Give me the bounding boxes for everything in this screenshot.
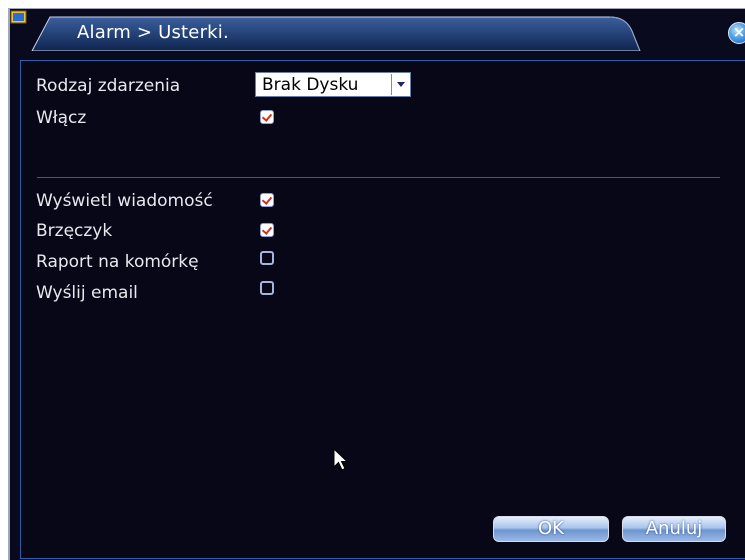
buzzer-checkbox[interactable] (260, 223, 274, 237)
enable-label: Włącz (36, 108, 87, 128)
close-button[interactable]: × (728, 22, 745, 44)
close-icon: × (732, 23, 745, 41)
send-email-label: Wyślij email (36, 283, 138, 303)
enable-checkbox[interactable] (260, 110, 274, 124)
show-message-label: Wyświetl wiadomość (36, 191, 213, 211)
mobile-report-label: Raport na komórkę (36, 252, 199, 272)
ok-button[interactable]: OK (493, 516, 609, 542)
cancel-button[interactable]: Anuluj (622, 516, 726, 542)
send-email-checkbox[interactable] (260, 281, 274, 295)
title-bar: Alarm > Usterki. × (10, 9, 745, 51)
buzzer-label: Brzęczyk (36, 221, 113, 241)
section-divider (37, 177, 720, 178)
chevron-down-icon[interactable] (391, 74, 409, 95)
window-title: Alarm > Usterki. (77, 22, 229, 43)
content-panel (20, 60, 745, 559)
event-type-select[interactable]: Brak Dysku (255, 72, 411, 97)
window-icon (10, 10, 27, 24)
event-type-value: Brak Dysku (262, 75, 359, 95)
event-type-label: Rodzaj zdarzenia (36, 76, 181, 96)
mouse-cursor-icon (333, 448, 349, 471)
mobile-report-checkbox[interactable] (260, 251, 274, 265)
show-message-checkbox[interactable] (260, 193, 274, 207)
